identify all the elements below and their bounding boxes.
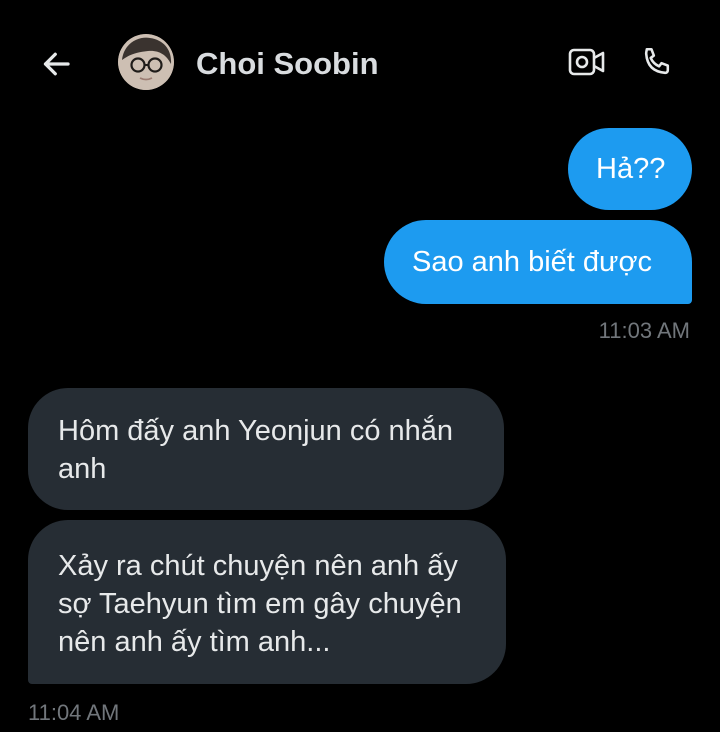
conversation-header: Choi Soobin xyxy=(0,0,720,120)
message-timestamp: 11:03 AM xyxy=(598,318,690,343)
video-camera-icon xyxy=(568,48,605,76)
message-bubble-received[interactable]: Hôm đấy anh Yeonjun có nhắn anh xyxy=(28,388,504,510)
message-timestamp: 11:04 AM xyxy=(28,700,120,725)
voice-call-button[interactable] xyxy=(636,42,678,82)
message-bubble-sent[interactable]: Sao anh biết được xyxy=(384,220,692,304)
avatar[interactable] xyxy=(118,34,174,90)
back-button[interactable] xyxy=(36,44,76,84)
contact-name[interactable]: Choi Soobin xyxy=(196,44,379,84)
message-bubble-sent[interactable]: Hả?? xyxy=(568,128,692,210)
message-bubble-received[interactable]: Xảy ra chút chuyện nên anh ấy sợ Taehyun… xyxy=(28,520,506,684)
video-call-button[interactable] xyxy=(566,44,608,80)
avatar-photo xyxy=(118,34,174,90)
arrow-left-icon xyxy=(43,52,70,76)
phone-icon xyxy=(644,47,670,75)
